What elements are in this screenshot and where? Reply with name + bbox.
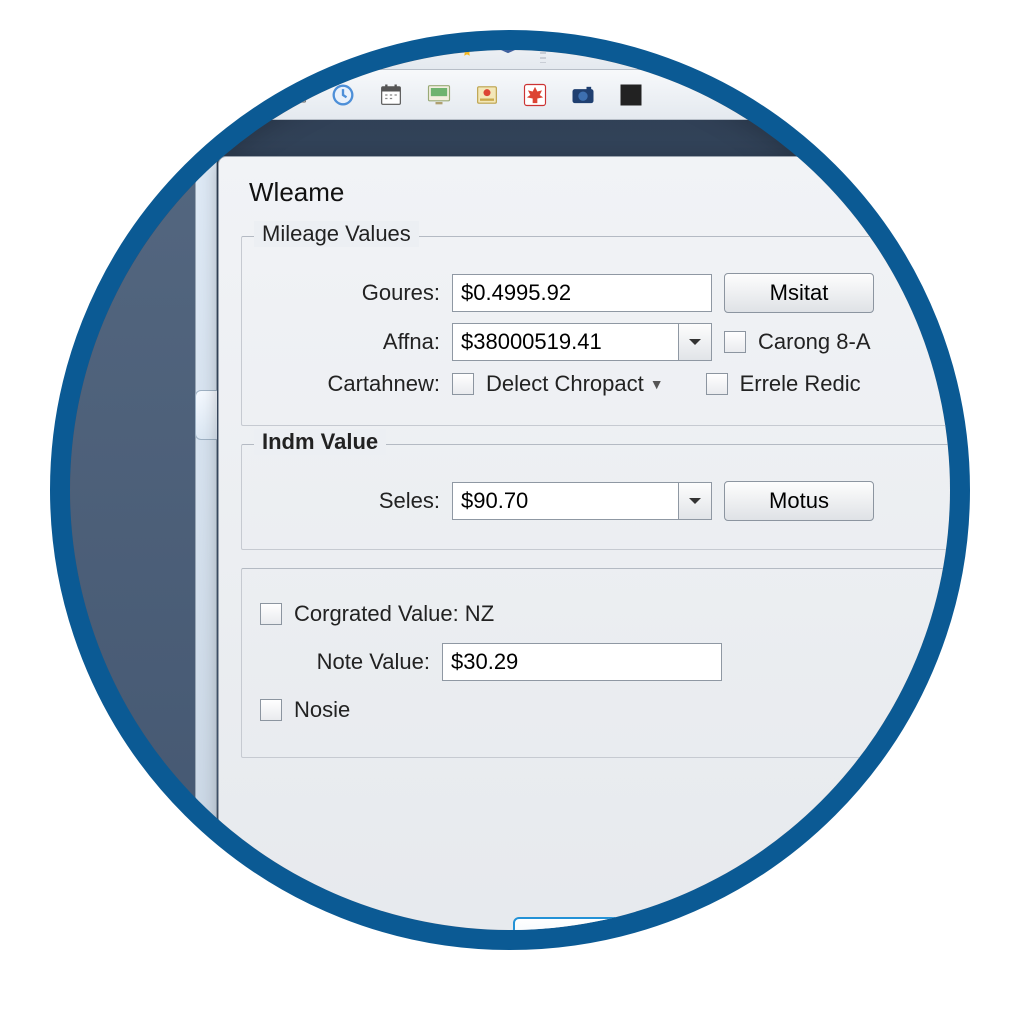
dialog-window: Wleame Mileage Values Goures: Msitat Aff… [218, 156, 970, 950]
carong-checkbox-label: Carong 8-A [758, 329, 871, 355]
chevron-down-icon: ▼ [650, 376, 664, 392]
motus-button[interactable]: Motus [724, 481, 874, 521]
pin-down-icon[interactable] [558, 30, 598, 64]
cartahnew-checkbox[interactable] [452, 373, 474, 395]
affna-label: Affna: [260, 329, 440, 355]
goures-input[interactable] [452, 274, 712, 312]
affna-dropdown-button[interactable] [678, 323, 712, 361]
chevron-down-icon: ▼ [178, 87, 192, 103]
flag-icon[interactable] [606, 30, 646, 64]
toolbar-grip-icon [540, 30, 546, 63]
cartahnew-label: Cartahnew: [260, 371, 440, 397]
corgrated-label: Corgrated Value: NZ [294, 601, 494, 627]
msitat-button[interactable]: Msitat [724, 273, 874, 313]
find-icon[interactable] [227, 76, 267, 114]
clock-icon[interactable] [323, 76, 363, 114]
errele-checkbox-label: Errele Redic [740, 371, 861, 397]
car-icon[interactable] [392, 30, 432, 64]
sidebar-edge [195, 120, 217, 950]
seles-label: Seles: [260, 488, 440, 514]
corgrated-checkbox[interactable] [260, 603, 282, 625]
maple-icon[interactable] [515, 76, 555, 114]
camera-icon[interactable] [563, 76, 603, 114]
affna-input[interactable] [452, 323, 678, 361]
nosie-checkbox[interactable] [260, 699, 282, 721]
more-icon[interactable] [611, 76, 651, 114]
toolbar-grip-icon [374, 30, 380, 63]
sidebar-collapse-handle[interactable] [195, 390, 217, 440]
secondary-button[interactable] [713, 917, 753, 950]
toolbar-row-2: yim Reaitlc ▼ [50, 70, 970, 120]
note-value-input[interactable] [442, 643, 722, 681]
seles-dropdown-button[interactable] [678, 482, 712, 520]
group-legend-mileage: Mileage Values [254, 221, 419, 247]
carong-checkbox[interactable] [724, 331, 746, 353]
group-mileage-values: Mileage Values Goures: Msitat Affna: Car… [241, 236, 970, 426]
delect-dropdown-label: Delect Chropact [486, 371, 644, 397]
calendar-icon[interactable] [371, 76, 411, 114]
group-legend-indm: Indm Value [254, 429, 386, 455]
toolbar-grip-icon [209, 77, 215, 113]
goures-label: Goures: [260, 280, 440, 306]
notes-icon[interactable] [322, 30, 362, 64]
brick-icon[interactable] [488, 30, 528, 64]
group-options: Corgrated Value: NZ Note Value: Nosie [241, 568, 970, 758]
form-star-icon[interactable] [440, 30, 480, 64]
dialog-title: Wleame [219, 157, 970, 218]
delect-dropdown[interactable]: Delect Chropact ▼ [486, 371, 664, 397]
sidebar-area [50, 120, 200, 950]
desktop-area: yim Reaitlc ▼ [50, 30, 970, 950]
errele-checkbox[interactable] [706, 373, 728, 395]
seles-input[interactable] [452, 482, 678, 520]
nosie-label: Nosie [294, 697, 350, 723]
lens-frame: yim Reaitlc ▼ [50, 30, 970, 950]
breadcrumb-dropdown[interactable]: yim Reaitlc ▼ [60, 78, 197, 112]
toolbar-grip-icon [304, 30, 310, 63]
mail-icon[interactable] [275, 76, 315, 114]
affna-combo[interactable] [452, 323, 712, 361]
dialog-buttons: OK [219, 917, 970, 950]
group-indm-value: Indm Value Seles: Motus [241, 444, 970, 550]
note-value-label: Note Value: [280, 649, 430, 675]
badge-icon[interactable] [467, 76, 507, 114]
screen-icon[interactable] [419, 76, 459, 114]
ok-button[interactable]: OK [513, 917, 693, 950]
seles-combo[interactable] [452, 482, 712, 520]
toolbar-row-1 [290, 30, 970, 70]
dropdown-label-text: yim Reaitlc [66, 82, 174, 108]
